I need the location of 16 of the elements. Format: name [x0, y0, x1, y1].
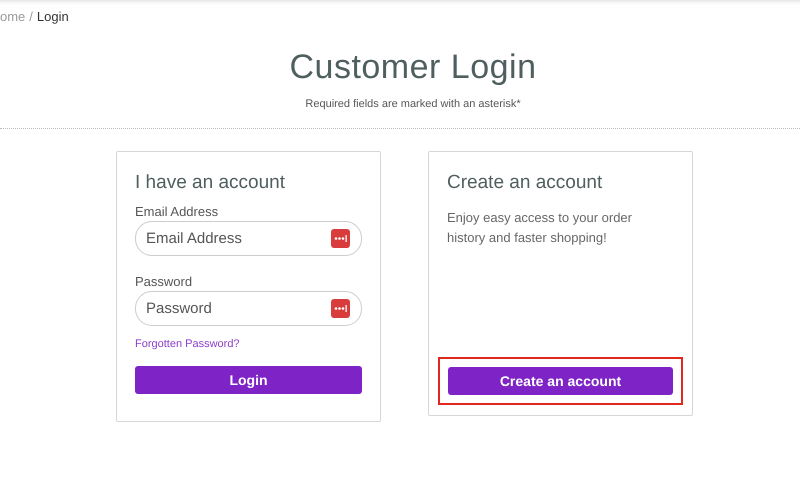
breadcrumb-link[interactable]: Login	[36, 9, 69, 26]
input-field[interactable]: Password	[135, 291, 362, 326]
card-heading: Create an account	[447, 172, 604, 194]
field-label: Password	[135, 274, 194, 289]
card-description: Enjoy easy access to your order history and faster shopping!	[447, 209, 633, 247]
card-heading: I have an account	[135, 172, 286, 194]
input-field[interactable]: Email Address	[135, 221, 362, 256]
login-button[interactable]: Login	[135, 366, 362, 394]
field-label: Email Address	[135, 204, 220, 219]
required-note: Required fields are marked with an asterisk*	[304, 98, 522, 110]
page-title: Customer Login	[288, 48, 538, 87]
password-manager-icon[interactable]	[331, 299, 350, 318]
breadcrumb-separator: /	[29, 9, 33, 26]
create-account-button[interactable]: Create an account	[448, 367, 673, 395]
forgot-password-link[interactable]: Forgotten Password?	[135, 338, 362, 350]
password-manager-icon[interactable]	[331, 229, 350, 248]
